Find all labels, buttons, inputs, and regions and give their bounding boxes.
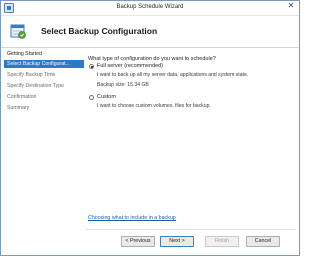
previous-button[interactable]: < Previous <box>121 236 155 247</box>
backup-size-value: Backup size: 15.34 GB <box>97 82 149 88</box>
configuration-question: What type of configuration do you want t… <box>88 56 216 62</box>
custom-radio[interactable] <box>89 95 94 100</box>
custom-label[interactable]: Custom <box>97 94 116 100</box>
nav-step-summary[interactable]: Summary <box>4 104 84 112</box>
wizard-content: What type of configuration do you want t… <box>85 48 299 228</box>
wizard-window: Backup Schedule Wizard ✕ Select Backup C… <box>0 0 300 256</box>
wizard-header: Select Backup Configuration <box>1 16 299 48</box>
help-link[interactable]: Choosing what to include in a backup <box>88 215 176 221</box>
wizard-steps-nav: Getting Started Select Backup Configurat… <box>1 48 85 228</box>
next-button[interactable]: Next > <box>160 236 194 247</box>
window-title: Backup Schedule Wizard <box>116 4 184 10</box>
nav-step-specify-backup-time[interactable]: Specify Backup Time <box>4 71 84 79</box>
cancel-button[interactable]: Cancel <box>246 236 280 247</box>
backup-calendar-icon <box>10 24 26 39</box>
full-server-radio[interactable] <box>89 64 94 69</box>
full-server-label[interactable]: Full server (recommended) <box>97 63 163 69</box>
custom-description: I want to choose custom volumes, files f… <box>97 103 211 109</box>
close-button[interactable]: ✕ <box>285 1 297 11</box>
nav-step-getting-started[interactable]: Getting Started <box>4 50 84 58</box>
footer-divider <box>85 229 295 230</box>
page-title: Select Backup Configuration <box>41 26 158 36</box>
finish-button[interactable]: Finish <box>205 236 239 247</box>
nav-step-specify-destination-type[interactable]: Specify Destination Type <box>4 82 84 90</box>
title-bar: Backup Schedule Wizard ✕ <box>1 1 299 16</box>
nav-step-select-backup-configuration[interactable]: Select Backup Configurat... <box>4 60 84 68</box>
nav-step-confirmation[interactable]: Confirmation <box>4 93 84 101</box>
full-server-description: I want to back up all my server data, ap… <box>97 72 249 78</box>
